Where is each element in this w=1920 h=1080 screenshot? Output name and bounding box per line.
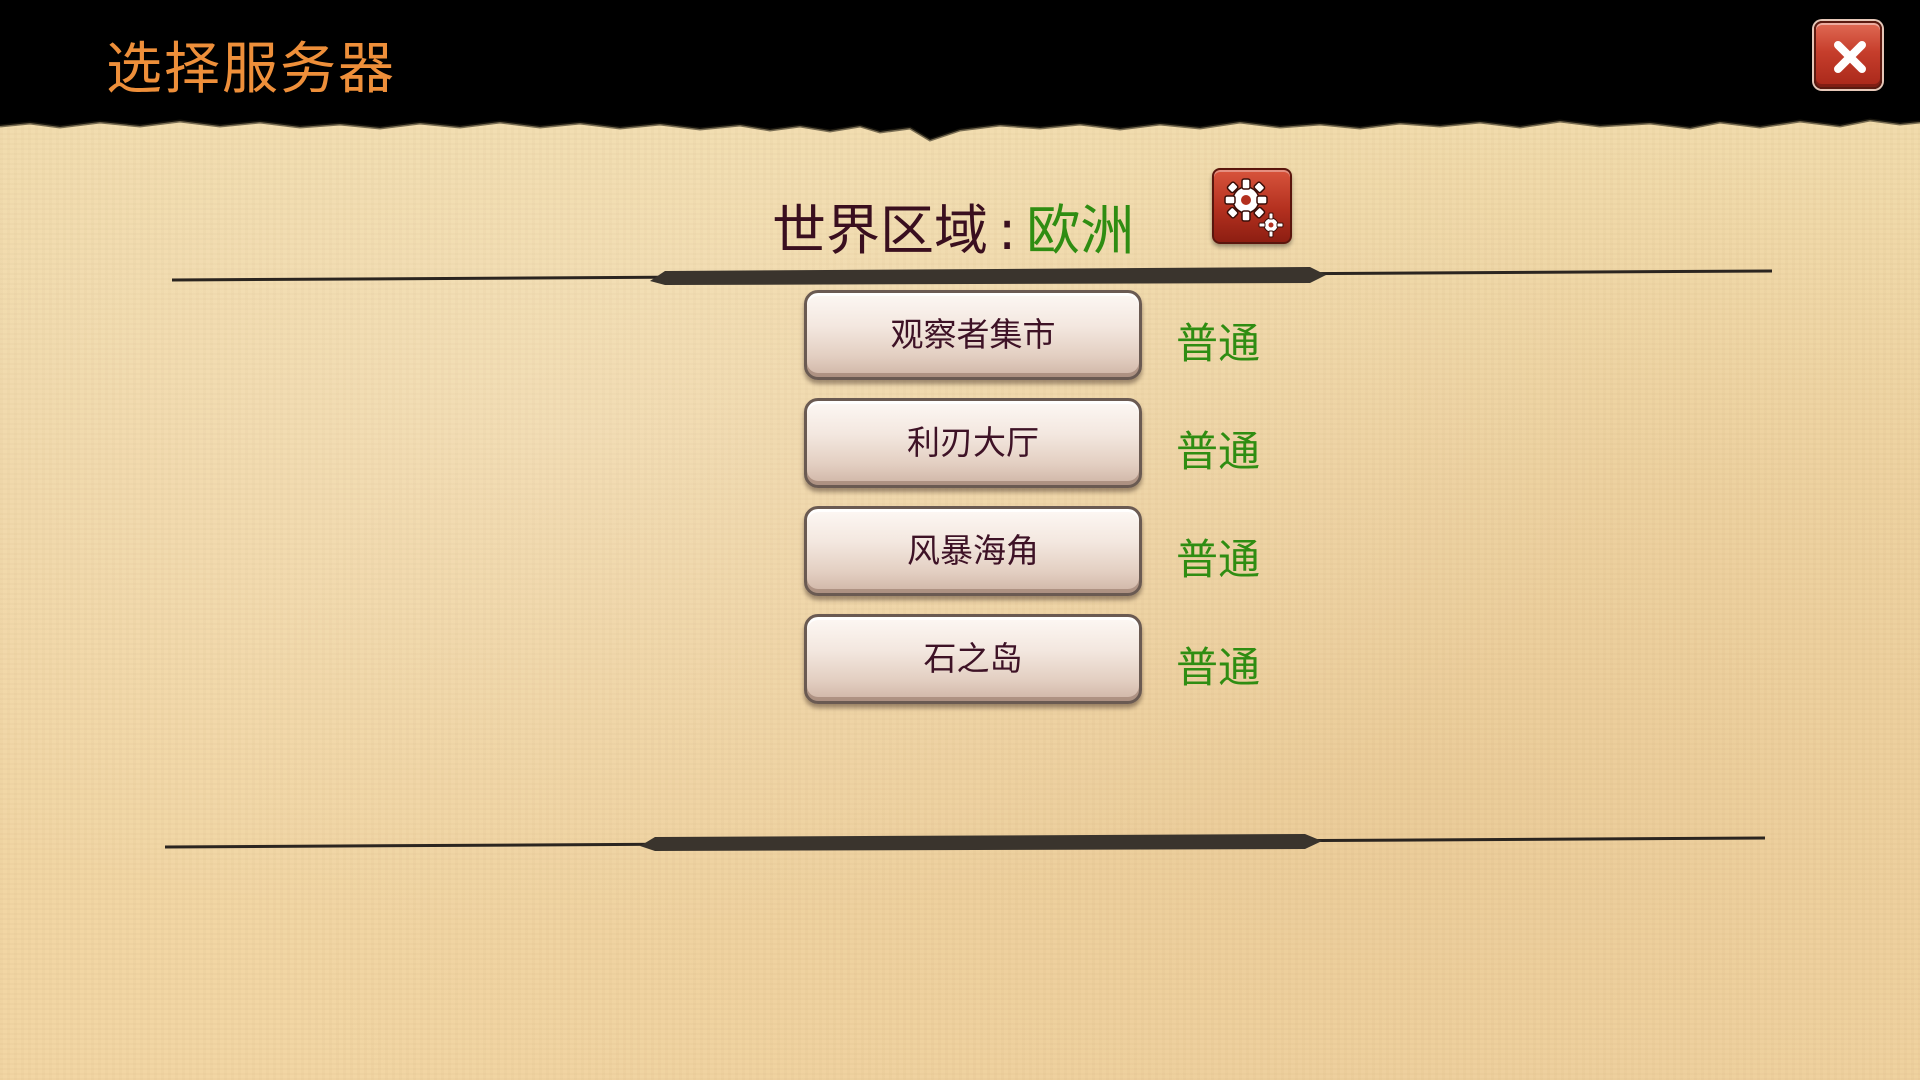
server-button[interactable]: 石之岛 (804, 614, 1142, 704)
server-status: 普通 (1176, 643, 1261, 692)
server-button[interactable]: 观察者集市 (804, 290, 1142, 380)
server-status: 普通 (1176, 319, 1261, 368)
server-status: 普通 (1176, 427, 1261, 476)
server-button[interactable]: 风暴海角 (804, 506, 1142, 596)
server-row: 石之岛 普通 (0, 614, 1920, 704)
server-status: 普通 (1176, 535, 1261, 584)
server-button[interactable]: 利刃大厅 (804, 398, 1142, 488)
server-row: 风暴海角 普通 (0, 506, 1920, 596)
server-row: 利刃大厅 普通 (0, 398, 1920, 488)
server-row: 观察者集市 普通 (0, 290, 1920, 380)
